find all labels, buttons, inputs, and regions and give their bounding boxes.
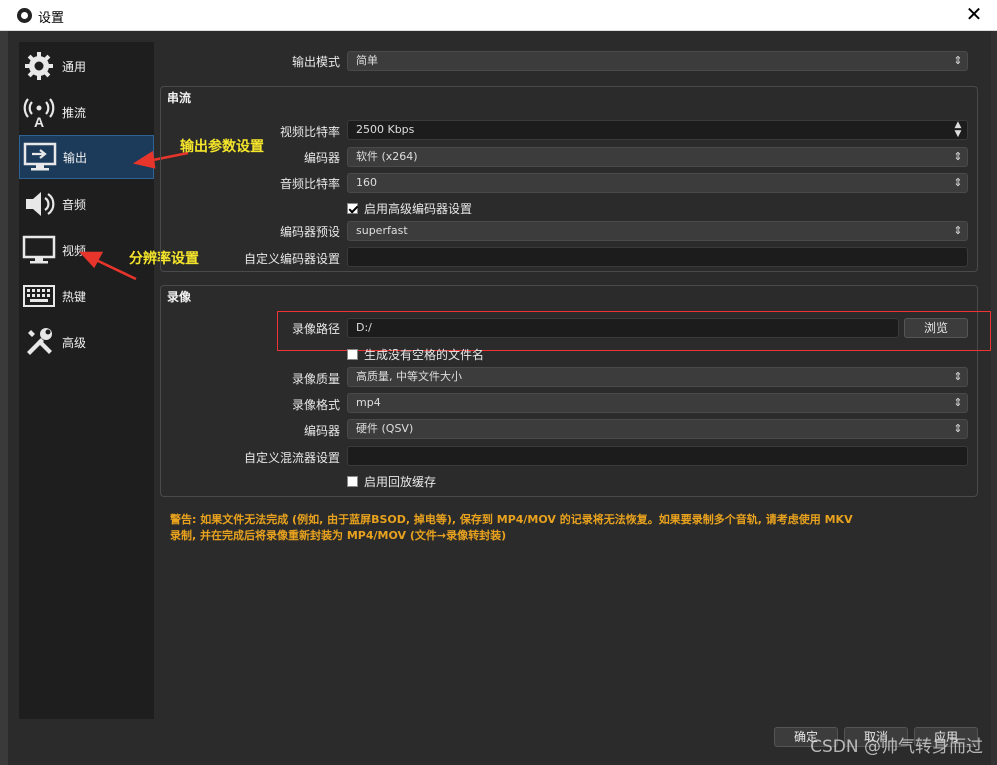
custom-muxer-label: 自定义混流器设置: [243, 451, 340, 465]
recording-quality-select[interactable]: 高质量, 中等文件大小 ⇕: [347, 367, 968, 387]
updown-arrow-icon: ⇕: [953, 370, 963, 383]
recording-format-value: mp4: [356, 396, 381, 409]
spin-arrows-icon[interactable]: ▲ ▼: [949, 121, 967, 139]
warning-line-2: 录制, 并在完成后将录像重新封装为 MP4/MOV (文件→录像转封装): [170, 529, 507, 542]
updown-arrow-icon: ⇕: [953, 150, 963, 163]
output-mode-value: 简单: [356, 54, 378, 67]
updown-arrow-icon: ⇕: [953, 176, 963, 189]
output-mode-select[interactable]: 简单 ⇕: [347, 51, 968, 71]
audio-bitrate-label: 音频比特率: [279, 177, 340, 191]
updown-arrow-icon: ⇕: [953, 54, 963, 67]
advanced-encoder-checkbox[interactable]: 启用高级编码器设置: [347, 200, 472, 217]
audio-bitrate-value: 160: [356, 176, 377, 189]
audio-bitrate-select[interactable]: 160 ⇕: [347, 173, 968, 193]
recording-title: 录像: [167, 290, 192, 304]
warning-line-1: 警告: 如果文件无法完成 (例如, 由于蓝屏BSOD, 掉电等), 保存到 MP…: [170, 513, 853, 526]
recording-encoder-label: 编码器: [303, 424, 340, 438]
video-bitrate-label: 视频比特率: [279, 125, 340, 139]
watermark: CSDN @帅气转身而过: [810, 737, 983, 757]
video-bitrate-value: 2500 Kbps: [356, 123, 415, 136]
checkbox-unchecked-icon[interactable]: [347, 349, 358, 360]
encoder-preset-select[interactable]: superfast ⇕: [347, 221, 968, 241]
recording-path-input[interactable]: D:/: [347, 318, 899, 338]
custom-encoder-label: 自定义编码器设置: [243, 252, 340, 266]
video-bitrate-spinbox[interactable]: 2500 Kbps ▲ ▼: [347, 120, 968, 140]
output-mode-label: 输出模式: [291, 55, 340, 69]
custom-encoder-input[interactable]: [347, 247, 968, 267]
updown-arrow-icon: ⇕: [953, 396, 963, 409]
warning-text: 警告: 如果文件无法完成 (例如, 由于蓝屏BSOD, 掉电等), 保存到 MP…: [170, 512, 970, 544]
encoder-preset-label: 编码器预设: [279, 225, 340, 239]
checkbox-checked-icon[interactable]: [347, 203, 358, 214]
recording-quality-value: 高质量, 中等文件大小: [356, 370, 462, 383]
no-space-filename-label: 生成没有空格的文件名: [364, 348, 485, 362]
stream-encoder-label: 编码器: [303, 151, 340, 165]
replay-buffer-checkbox[interactable]: 启用回放缓存: [347, 473, 436, 490]
browse-button[interactable]: 浏览: [904, 318, 968, 338]
updown-arrow-icon: ⇕: [953, 224, 963, 237]
recording-path-label: 录像路径: [291, 322, 340, 336]
recording-format-label: 录像格式: [291, 398, 340, 412]
streaming-title: 串流: [167, 91, 192, 105]
stream-encoder-value: 软件 (x264): [356, 150, 418, 163]
advanced-encoder-label: 启用高级编码器设置: [364, 202, 473, 216]
updown-arrow-icon: ⇕: [953, 422, 963, 435]
checkbox-unchecked-icon[interactable]: [347, 476, 358, 487]
custom-muxer-input[interactable]: [347, 446, 968, 466]
replay-buffer-label: 启用回放缓存: [364, 475, 437, 489]
no-space-filename-checkbox[interactable]: 生成没有空格的文件名: [347, 346, 484, 363]
recording-encoder-value: 硬件 (QSV): [356, 422, 414, 435]
recording-format-select[interactable]: mp4 ⇕: [347, 393, 968, 413]
recording-encoder-select[interactable]: 硬件 (QSV) ⇕: [347, 419, 968, 439]
encoder-preset-value: superfast: [356, 224, 408, 237]
recording-quality-label: 录像质量: [291, 372, 340, 386]
stream-encoder-select[interactable]: 软件 (x264) ⇕: [347, 147, 968, 167]
